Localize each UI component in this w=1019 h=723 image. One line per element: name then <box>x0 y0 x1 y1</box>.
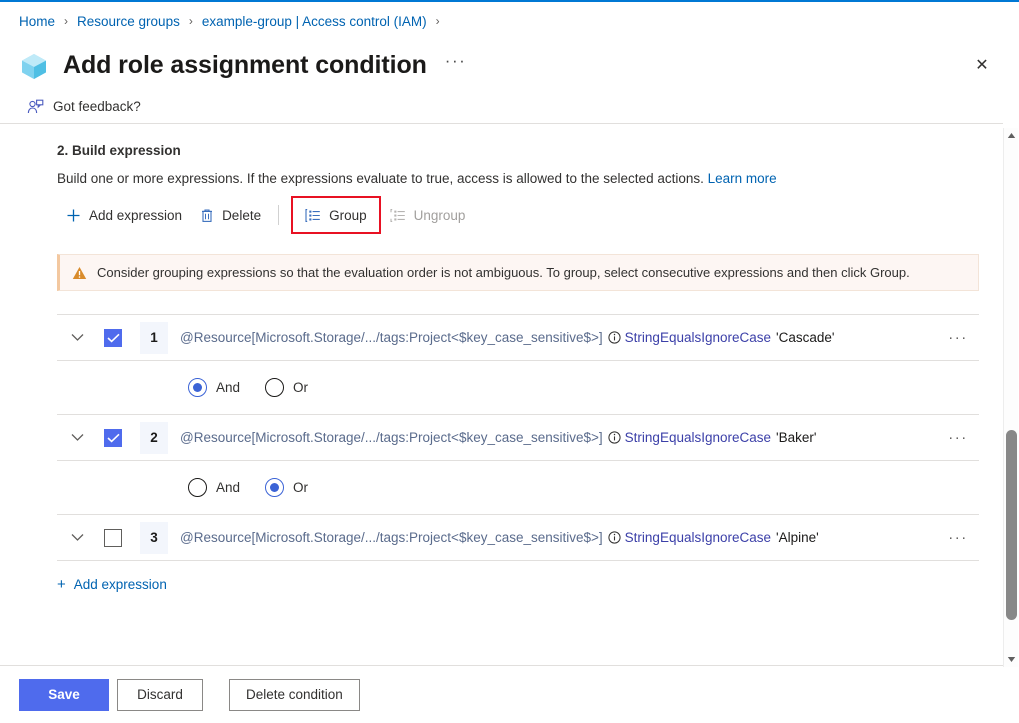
info-icon[interactable] <box>608 331 621 344</box>
blade-footer: Save Discard Delete condition <box>0 665 1003 723</box>
operator-or-label: Or <box>293 480 308 495</box>
close-icon[interactable]: ✕ <box>969 53 995 79</box>
ungroup-button[interactable]: Ungroup <box>381 200 475 230</box>
info-icon[interactable] <box>608 531 621 544</box>
expression-checkbox[interactable] <box>104 529 122 547</box>
expression-operator: StringEqualsIgnoreCase <box>625 330 771 345</box>
expression-checkbox[interactable] <box>104 329 122 347</box>
section-description: Build one or more expressions. If the ex… <box>0 158 1003 186</box>
add-expression-link-label: Add expression <box>74 577 167 592</box>
chevron-down-icon[interactable] <box>64 325 90 351</box>
breadcrumb-item-resource-groups[interactable]: Resource groups <box>77 14 180 29</box>
expression-text: @Resource[Microsoft.Storage/.../tags:Pro… <box>180 430 943 445</box>
blade-content: 2. Build expression Build one or more ex… <box>0 128 1003 596</box>
breadcrumb-separator: › <box>189 14 193 28</box>
feedback-bar: Got feedback? <box>0 90 1003 124</box>
operator-and-label: And <box>216 480 240 495</box>
logical-operator-row: And Or <box>57 461 979 515</box>
scroll-up-arrow-icon[interactable] <box>1004 128 1019 143</box>
delete-label: Delete <box>222 208 261 223</box>
breadcrumb-item-home[interactable]: Home <box>19 14 55 29</box>
breadcrumb-separator: › <box>436 14 440 28</box>
expression-number: 3 <box>140 522 168 554</box>
scrollbar-thumb[interactable] <box>1006 430 1017 620</box>
add-expression-label: Add expression <box>89 208 182 223</box>
expression-list: 1 @Resource[Microsoft.Storage/.../tags:P… <box>57 314 979 561</box>
expression-value: 'Alpine' <box>776 530 819 545</box>
expression-row[interactable]: 2 @Resource[Microsoft.Storage/.../tags:P… <box>57 415 979 461</box>
breadcrumb: Home › Resource groups › example-group |… <box>0 2 1019 40</box>
expression-text: @Resource[Microsoft.Storage/.../tags:Pro… <box>180 530 943 545</box>
logical-operator-row: And Or <box>57 361 979 415</box>
delete-condition-button[interactable]: Delete condition <box>229 679 360 711</box>
expression-operator: StringEqualsIgnoreCase <box>625 430 771 445</box>
delete-button[interactable]: Delete <box>191 200 270 230</box>
info-icon[interactable] <box>608 431 621 444</box>
expression-row[interactable]: 3 @Resource[Microsoft.Storage/.../tags:P… <box>57 515 979 561</box>
trash-icon <box>200 208 214 223</box>
chevron-down-icon[interactable] <box>64 425 90 451</box>
group-icon <box>305 208 321 223</box>
expression-operator: StringEqualsIgnoreCase <box>625 530 771 545</box>
add-expression-link[interactable]: + Add expression <box>51 573 173 596</box>
expression-text: @Resource[Microsoft.Storage/.../tags:Pro… <box>180 330 943 345</box>
expression-attribute: @Resource[Microsoft.Storage/.../tags:Pro… <box>180 430 603 445</box>
plus-icon: + <box>57 577 66 592</box>
expression-command-bar: Add expression Delete <box>0 186 1003 232</box>
expression-value: 'Cascade' <box>776 330 834 345</box>
section-heading: 2. Build expression <box>0 128 1003 158</box>
plus-icon <box>66 208 81 223</box>
radio-or[interactable] <box>265 378 284 397</box>
operator-or-option[interactable]: Or <box>265 378 308 397</box>
chevron-down-icon[interactable] <box>64 525 90 551</box>
operator-and-option[interactable]: And <box>188 378 240 397</box>
azure-portal-blade: Home › Resource groups › example-group |… <box>0 0 1019 723</box>
save-button[interactable]: Save <box>19 679 109 711</box>
blade-content-scroll-region: 2. Build expression Build one or more ex… <box>0 128 1019 665</box>
blade-title-bar: Add role assignment condition ··· ✕ <box>0 40 1019 90</box>
expression-attribute: @Resource[Microsoft.Storage/.../tags:Pro… <box>180 530 603 545</box>
scroll-down-arrow-icon[interactable] <box>1004 652 1019 667</box>
discard-button[interactable]: Discard <box>117 679 203 711</box>
expression-row-menu[interactable]: ··· <box>943 429 973 446</box>
expression-row-menu[interactable]: ··· <box>943 329 973 346</box>
expression-checkbox[interactable] <box>104 429 122 447</box>
cube-icon <box>19 51 49 81</box>
radio-and[interactable] <box>188 378 207 397</box>
operator-or-option[interactable]: Or <box>265 478 308 497</box>
add-expression-button[interactable]: Add expression <box>57 200 191 230</box>
content-scrollbar[interactable] <box>1003 128 1018 667</box>
operator-or-label: Or <box>293 380 308 395</box>
warning-triangle-icon <box>72 266 87 280</box>
breadcrumb-separator: › <box>64 14 68 28</box>
expression-attribute: @Resource[Microsoft.Storage/.../tags:Pro… <box>180 330 603 345</box>
section-description-text: Build one or more expressions. If the ex… <box>57 171 704 186</box>
expression-number: 2 <box>140 422 168 454</box>
expression-number: 1 <box>140 322 168 354</box>
ungroup-label: Ungroup <box>414 208 466 223</box>
expression-row-menu[interactable]: ··· <box>943 529 973 546</box>
learn-more-link[interactable]: Learn more <box>708 171 777 186</box>
operator-and-option[interactable]: And <box>188 478 240 497</box>
operator-and-label: And <box>216 380 240 395</box>
ungroup-icon <box>390 208 406 223</box>
feedback-person-icon <box>27 99 44 115</box>
title-more-menu[interactable]: ··· <box>445 51 466 71</box>
breadcrumb-item-example-group[interactable]: example-group | Access control (IAM) <box>202 14 427 29</box>
command-separator <box>278 205 279 225</box>
warning-text: Consider grouping expressions so that th… <box>97 265 910 280</box>
group-button-highlight: Group <box>291 196 381 234</box>
radio-and[interactable] <box>188 478 207 497</box>
grouping-warning-banner: Consider grouping expressions so that th… <box>57 254 979 291</box>
group-label: Group <box>329 208 367 223</box>
radio-or[interactable] <box>265 478 284 497</box>
expression-row[interactable]: 1 @Resource[Microsoft.Storage/.../tags:P… <box>57 315 979 361</box>
feedback-link[interactable]: Got feedback? <box>53 99 141 114</box>
page-title: Add role assignment condition <box>63 51 427 80</box>
expression-value: 'Baker' <box>776 430 816 445</box>
group-button[interactable]: Group <box>296 200 376 230</box>
